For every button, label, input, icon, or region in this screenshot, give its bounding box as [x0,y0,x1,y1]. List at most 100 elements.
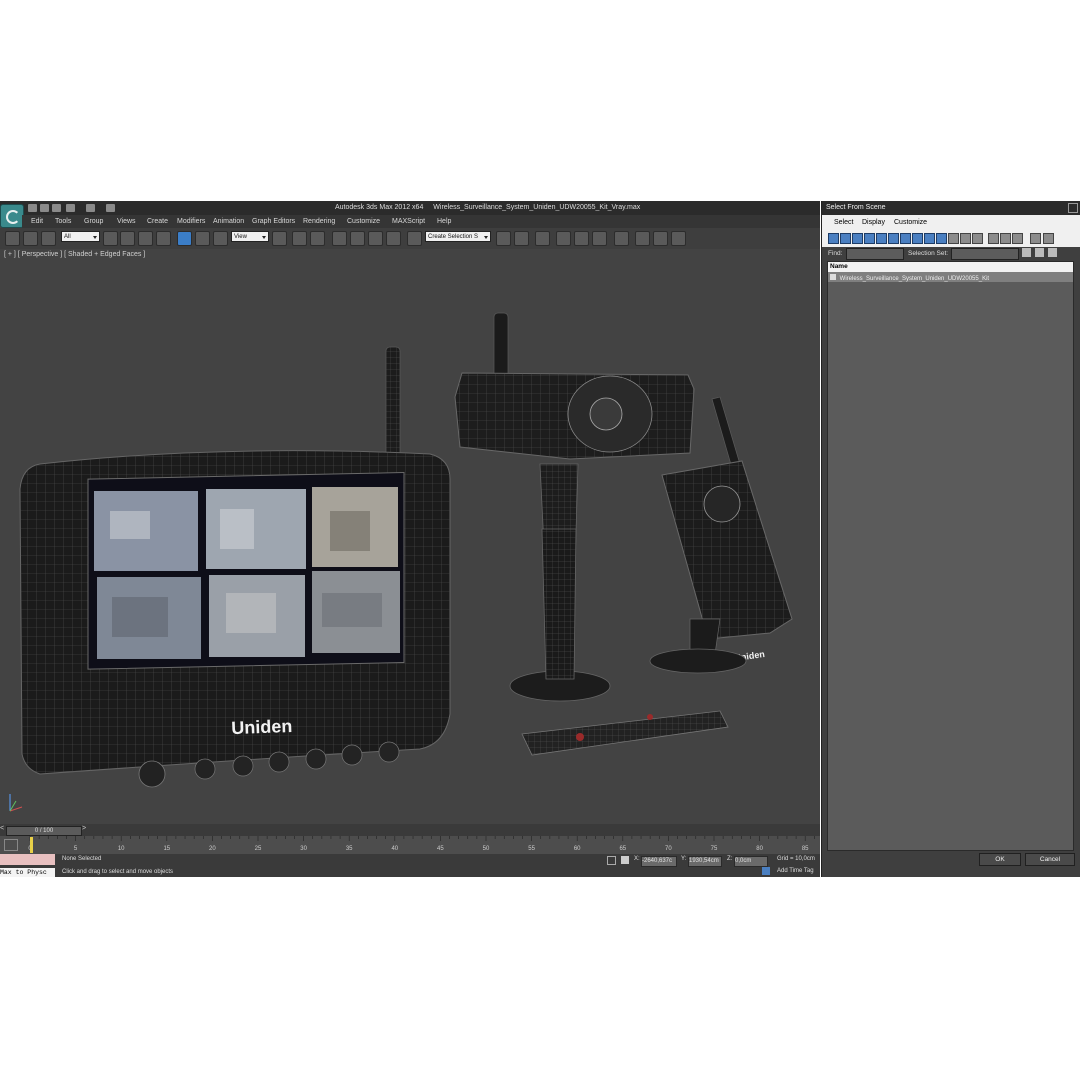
display-groups-icon[interactable] [900,233,911,244]
selection-set-dropdown[interactable] [951,248,1019,260]
display-bones-icon[interactable] [924,233,935,244]
manipulate-icon[interactable] [292,231,307,246]
close-icon[interactable] [1068,203,1078,213]
save-file-icon[interactable] [52,204,61,212]
menu-group[interactable]: Group [84,218,103,225]
time-cursor[interactable] [30,837,33,853]
menu-views[interactable]: Views [117,218,136,225]
render-setup-icon[interactable] [635,231,650,246]
selection-set-load-icon[interactable] [1035,248,1044,257]
render-production-icon[interactable] [671,231,686,246]
select-and-move-icon[interactable] [177,231,192,246]
graphite-ribbon-icon[interactable] [556,231,571,246]
redo-icon[interactable] [86,204,95,212]
menu-rendering[interactable]: Rendering [303,218,335,225]
rectangular-selection-icon[interactable] [138,231,153,246]
project-folder-icon[interactable] [106,204,115,212]
display-helpers-icon[interactable] [876,233,887,244]
select-by-name-icon[interactable] [120,231,135,246]
y-coordinate-field[interactable]: 1930,54cm [688,856,722,867]
display-xrefs-icon[interactable] [912,233,923,244]
menu-help[interactable]: Help [437,218,451,225]
selection-filter-dropdown[interactable]: All [61,231,100,242]
cancel-button[interactable]: Cancel [1025,853,1075,866]
list-item[interactable]: Wireless_Surveillance_System_Uniden_UDW2… [828,272,1073,282]
keyboard-shortcut-override-icon[interactable] [310,231,325,246]
z-coordinate-field[interactable]: 0,0cm [734,856,768,867]
link-icon[interactable] [5,231,20,246]
dialog-menu-select[interactable]: Select [834,219,853,226]
filter-options-icon[interactable] [1043,233,1054,244]
display-space-warps-icon[interactable] [888,233,899,244]
display-hidden-icon[interactable] [960,233,971,244]
dialog-menu-customize[interactable]: Customize [894,219,927,226]
dialog-menu-display[interactable]: Display [862,219,885,226]
filter-icon[interactable] [1030,233,1041,244]
find-input[interactable] [846,248,904,260]
display-all-icon[interactable] [972,233,983,244]
open-mini-curve-editor-icon[interactable] [4,839,18,851]
select-and-rotate-icon[interactable] [195,231,210,246]
select-invert-icon[interactable] [1012,233,1023,244]
layer-manager-icon[interactable] [535,231,550,246]
open-file-icon[interactable] [40,204,49,212]
schematic-view-icon[interactable] [592,231,607,246]
dialog-toolbar [822,230,1080,247]
menu-tools[interactable]: Tools [55,218,71,225]
menu-animation[interactable]: Animation [213,218,244,225]
add-time-tag-button[interactable]: Add Time Tag [777,868,814,874]
align-icon[interactable] [514,231,529,246]
display-containers-icon[interactable] [936,233,947,244]
mirror-icon[interactable] [496,231,511,246]
display-geometry-icon[interactable] [828,233,839,244]
select-all-icon[interactable] [988,233,999,244]
bind-space-warp-icon[interactable] [41,231,56,246]
x-coordinate-field[interactable]: -2640,637c [641,856,677,867]
scene-object-list[interactable]: Name Wireless_Surveillance_System_Uniden… [827,261,1074,851]
column-header-name[interactable]: Name [828,263,848,270]
time-slider[interactable]: 0 / 100 [6,826,82,836]
window-crossing-icon[interactable] [156,231,171,246]
timeline-tick-label: 20 [209,846,216,852]
menu-edit[interactable]: Edit [31,218,43,225]
edit-named-selection-icon[interactable] [407,231,422,246]
percent-snap-icon[interactable] [368,231,383,246]
pivot-center-icon[interactable] [272,231,287,246]
display-lights-icon[interactable] [852,233,863,244]
menu-modifiers[interactable]: Modifiers [177,218,205,225]
selection-set-delete-icon[interactable] [1048,248,1057,257]
menu-maxscript[interactable]: MAXScript [392,218,425,225]
reference-coordinate-dropdown[interactable]: View [231,231,269,242]
next-frame-arrow-icon[interactable]: > [82,825,86,832]
spinner-snap-icon[interactable] [386,231,401,246]
selection-set-save-icon[interactable] [1022,248,1031,257]
maxscript-mini-listener[interactable]: Max to Physc [0,868,55,877]
viewport-label[interactable]: [ + ] [ Perspective ] [ Shaded + Edged F… [4,251,145,258]
maxscript-mini-listener-top[interactable] [0,854,55,865]
undo-icon[interactable] [66,204,75,212]
select-none-icon[interactable] [1000,233,1011,244]
material-editor-icon[interactable] [614,231,629,246]
perspective-viewport[interactable]: Uniden Uniden [0,249,820,824]
selection-lock-icon[interactable] [607,856,616,865]
ok-button[interactable]: OK [979,853,1021,866]
named-selection-sets-dropdown[interactable]: Create Selection S [425,231,491,242]
prev-frame-arrow-icon[interactable]: < [0,825,4,832]
display-cameras-icon[interactable] [864,233,875,244]
curve-editor-icon[interactable] [574,231,589,246]
menu-create[interactable]: Create [147,218,168,225]
angle-snap-icon[interactable] [350,231,365,246]
application-menu-button[interactable] [0,204,24,228]
display-shapes-icon[interactable] [840,233,851,244]
new-file-icon[interactable] [28,204,37,212]
track-bar[interactable]: 0510152025303540455055606570758085 [0,836,820,854]
absolute-mode-icon[interactable] [621,856,629,864]
rendered-frame-window-icon[interactable] [653,231,668,246]
snaps-toggle-icon[interactable] [332,231,347,246]
select-and-scale-icon[interactable] [213,231,228,246]
select-object-icon[interactable] [103,231,118,246]
unlink-icon[interactable] [23,231,38,246]
menu-customize[interactable]: Customize [347,218,380,225]
menu-graph-editors[interactable]: Graph Editors [252,218,295,225]
display-frozen-icon[interactable] [948,233,959,244]
